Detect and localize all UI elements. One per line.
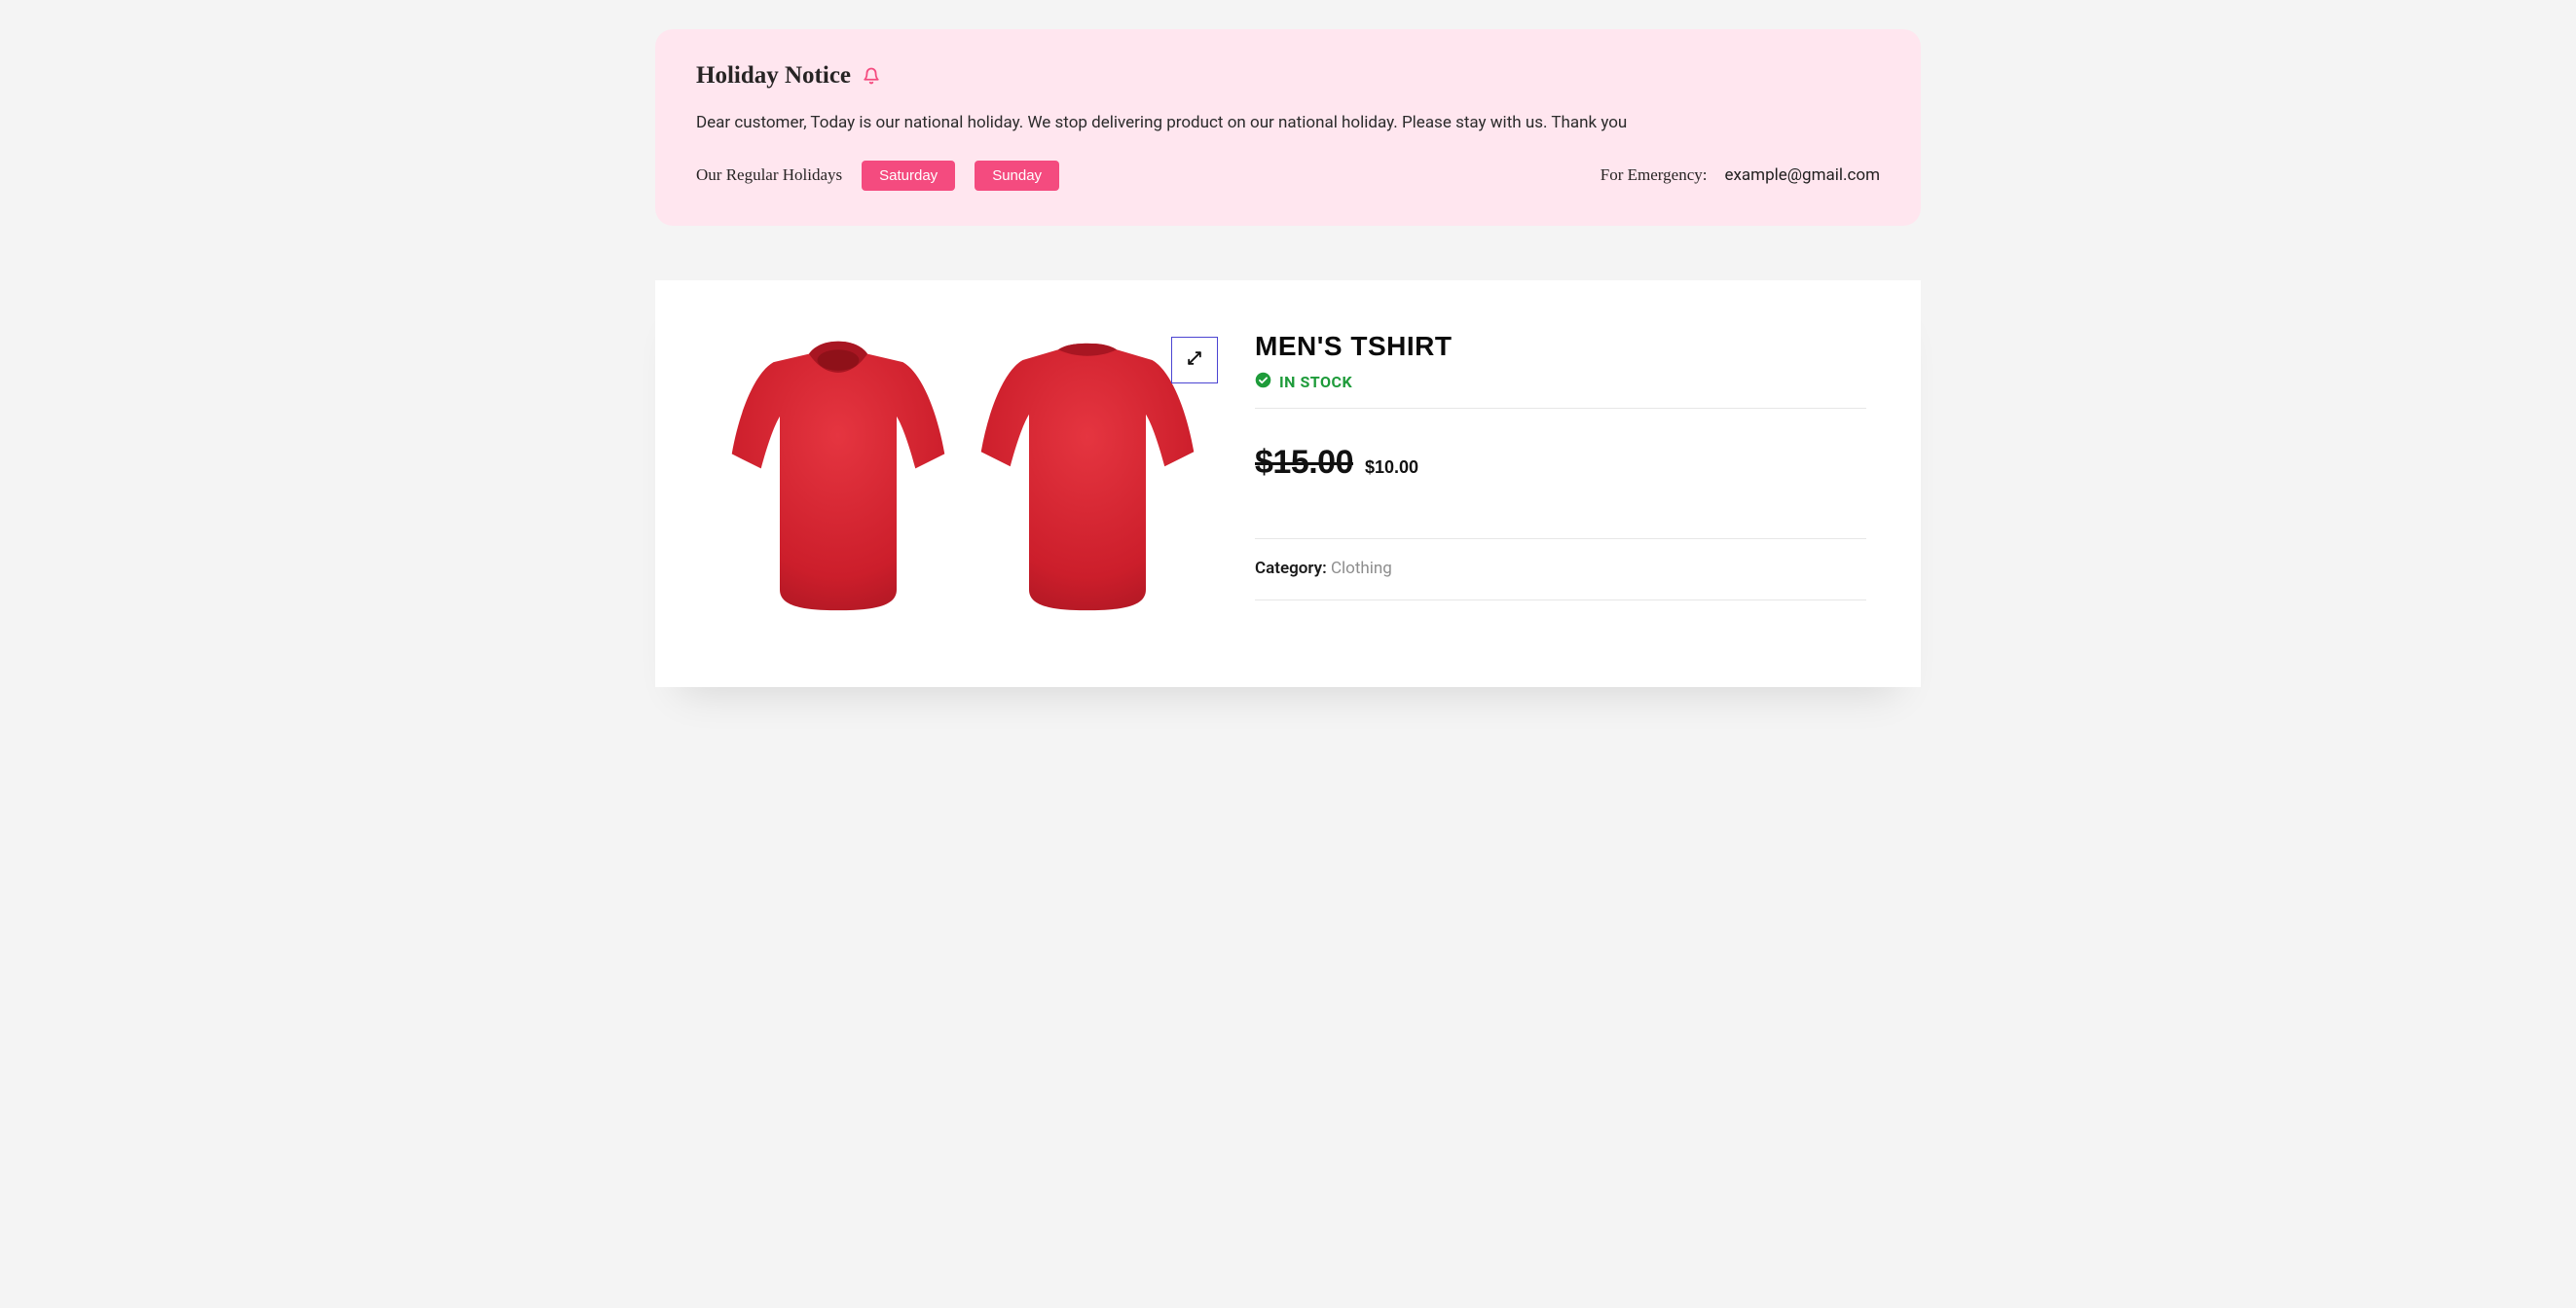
holiday-pill-saturday[interactable]: Saturday (862, 161, 955, 191)
expand-icon (1185, 348, 1204, 371)
product-card: MEN'S TSHIRT IN STOCK $15.00 $10.00 Cate… (655, 280, 1921, 687)
holiday-notice-banner: Holiday Notice Dear customer, Today is o… (655, 29, 1921, 226)
price-original: $15.00 (1255, 444, 1353, 482)
emergency-email-link[interactable]: example@gmail.com (1724, 165, 1880, 185)
product-image-back[interactable] (972, 331, 1203, 623)
stock-status-text: IN STOCK (1279, 373, 1352, 391)
holiday-pill-sunday[interactable]: Sunday (975, 161, 1059, 191)
category-link[interactable]: Clothing (1331, 559, 1392, 578)
zoom-button[interactable] (1171, 337, 1218, 383)
product-title: MEN'S TSHIRT (1255, 331, 1866, 362)
check-circle-icon (1255, 372, 1271, 392)
emergency-label: For Emergency: (1601, 165, 1708, 185)
notice-body-text: Dear customer, Today is our national hol… (696, 111, 1880, 135)
product-details: MEN'S TSHIRT IN STOCK $15.00 $10.00 Cate… (1255, 331, 1866, 623)
product-gallery (710, 331, 1216, 623)
emergency-contact-group: For Emergency: example@gmail.com (1601, 165, 1880, 185)
notice-title: Holiday Notice (696, 62, 851, 90)
price-current: $10.00 (1365, 457, 1418, 478)
notice-title-row: Holiday Notice (696, 62, 1880, 90)
notice-bottom-row: Our Regular Holidays Saturday Sunday For… (696, 161, 1880, 191)
category-row: Category: Clothing (1255, 539, 1866, 600)
regular-holidays-label: Our Regular Holidays (696, 165, 842, 185)
notice-holidays-group: Our Regular Holidays Saturday Sunday (696, 161, 1059, 191)
price-row: $15.00 $10.00 (1255, 409, 1866, 538)
product-image-front[interactable] (722, 331, 954, 623)
category-label: Category: (1255, 559, 1327, 578)
stock-row: IN STOCK (1255, 372, 1866, 392)
bell-icon (863, 65, 880, 87)
